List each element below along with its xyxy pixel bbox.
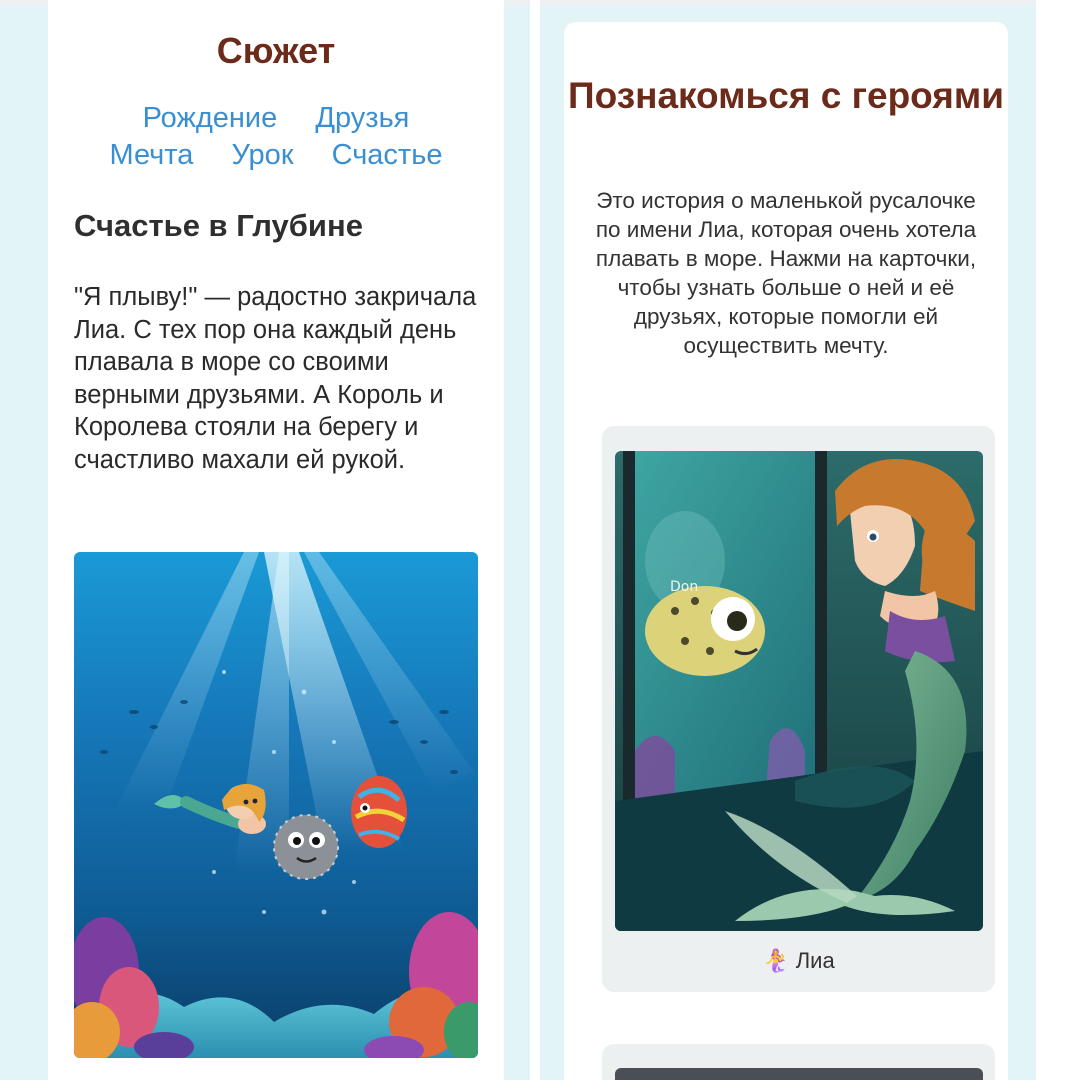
hero-image-next <box>615 1068 983 1080</box>
underwater-illustration <box>74 552 478 1058</box>
left-panel: Сюжет Рождение Друзья Мечта Урок Счастье… <box>0 0 530 1080</box>
story-section-title: Сюжет <box>216 30 336 71</box>
hero-card-lia[interactable]: Don 🧜‍♀️ Лиа <box>602 426 995 992</box>
chapter-link-happiness[interactable]: Счастье <box>332 139 443 171</box>
hero-name: Лиа <box>795 948 835 973</box>
tank-label: Don <box>670 579 698 595</box>
chapter-nav-row: Мечта Урок Счастье <box>68 137 484 174</box>
heroes-section-title: Познакомься с героями <box>568 75 1004 116</box>
chapter-link-lesson[interactable]: Урок <box>231 139 293 171</box>
top-border <box>540 0 1036 6</box>
hero-name-row: 🧜‍♀️ Лиа <box>602 948 995 974</box>
chapter-link-friends[interactable]: Друзья <box>315 102 409 134</box>
heroes-section: Познакомься с героями Это история о мале… <box>564 22 1008 1080</box>
heroes-intro-text: Это история о маленькой русалочке по име… <box>595 188 977 358</box>
chapter-nav: Рождение Друзья Мечта Урок Счастье <box>68 100 484 174</box>
chapter-link-dream[interactable]: Мечта <box>110 139 194 171</box>
chapter-link-birth[interactable]: Рождение <box>143 102 278 134</box>
hero-image-lia: Don <box>615 451 983 931</box>
story-section: Сюжет Рождение Друзья Мечта Урок Счастье… <box>48 0 504 1080</box>
mermaid-icon: 🧜‍♀️ <box>762 948 790 973</box>
hero-card-next[interactable] <box>602 1044 995 1080</box>
chapter-title: Счастье в Глубине <box>74 208 363 243</box>
chapter-nav-row: Рождение Друзья <box>68 100 484 137</box>
chapter-text: "Я плыву!" — радостно закричала Лиа. С т… <box>74 283 477 474</box>
right-panel: Познакомься с героями Это история о мале… <box>540 0 1036 1080</box>
